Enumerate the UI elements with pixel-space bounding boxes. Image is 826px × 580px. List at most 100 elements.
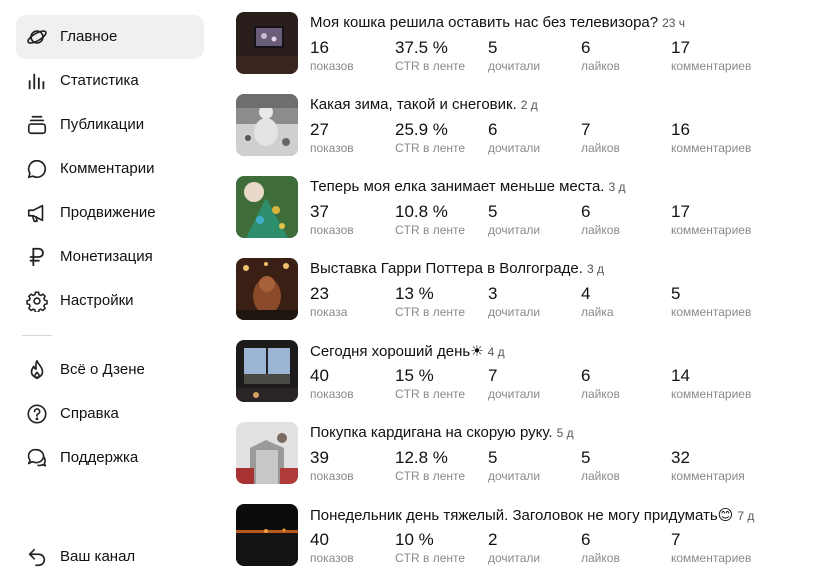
megaphone-icon — [26, 202, 48, 224]
post-title[interactable]: Выставка Гарри Поттера в Волгограде. — [310, 260, 583, 277]
stat-likes: 6 лайков — [581, 366, 620, 401]
sidebar-item-help[interactable]: Справка — [16, 392, 204, 436]
post-title[interactable]: Сегодня хороший день☀ — [310, 343, 484, 360]
stat-read-through: 6 дочитали — [488, 120, 541, 155]
post-title[interactable]: Теперь моя елка занимает меньше места. — [310, 178, 604, 195]
stat-impressions: 40 показов — [310, 530, 354, 565]
stat-ctr: 37.5 % CTR в ленте — [395, 38, 466, 73]
sidebar-item-support[interactable]: Поддержка — [16, 436, 204, 480]
stat-comments: 17 комментариев — [671, 202, 752, 237]
sidebar-item-label: Настройки — [60, 292, 134, 309]
stat-comments: 17 комментариев — [671, 38, 752, 73]
stat-impressions: 40 показов — [310, 366, 354, 401]
sidebar-item-label: Статистика — [60, 72, 139, 89]
post-thumbnail[interactable] — [236, 176, 298, 238]
post-thumbnail[interactable] — [236, 340, 298, 402]
post-thumbnail[interactable] — [236, 258, 298, 320]
sidebar-item-label: Ваш канал — [60, 548, 136, 565]
sidebar-item-label: Комментарии — [60, 160, 155, 177]
post-age: 2 д — [520, 98, 538, 112]
stat-likes: 6 лайков — [581, 38, 620, 73]
post-title[interactable]: Покупка кардигана на скорую руку. — [310, 424, 553, 441]
publication-row[interactable]: Выставка Гарри Поттера в Волгограде. 3 д … — [236, 246, 826, 328]
publication-row[interactable]: Моя кошка решила оставить нас без телеви… — [236, 0, 826, 82]
sidebar-item-monetization[interactable]: Монетизация — [16, 235, 204, 279]
sidebar-item-comments[interactable]: Комментарии — [16, 147, 204, 191]
ruble-icon — [26, 246, 48, 268]
sidebar-item-settings[interactable]: Настройки — [16, 279, 204, 323]
post-title-line[interactable]: Моя кошка решила оставить нас без телеви… — [310, 14, 685, 31]
stat-impressions: 37 показов — [310, 202, 354, 237]
post-thumbnail[interactable] — [236, 94, 298, 156]
stat-read-through: 5 дочитали — [488, 448, 541, 483]
sidebar-item-statistics[interactable]: Статистика — [16, 59, 204, 103]
sidebar: Главное Статистика Публикации Комментари… — [0, 0, 215, 580]
chat-icon — [26, 447, 48, 469]
sidebar-divider — [22, 335, 52, 336]
stat-read-through: 5 дочитали — [488, 38, 541, 73]
sidebar-item-label: Справка — [60, 405, 119, 422]
stat-comments: 32 комментария — [671, 448, 745, 483]
publication-row[interactable]: Какая зима, такой и снеговик. 2 д 27 показ… — [236, 82, 826, 164]
post-thumbnail[interactable] — [236, 422, 298, 484]
stat-likes: 4 лайка — [581, 284, 614, 319]
publication-row[interactable]: Сегодня хороший день☀ 4 д 40 показов 15 % C… — [236, 328, 826, 410]
stat-ctr: 13 % CTR в ленте — [395, 284, 466, 319]
bar-chart-icon — [26, 70, 48, 92]
comment-icon — [26, 158, 48, 180]
post-title-line[interactable]: Сегодня хороший день☀ 4 д — [310, 342, 505, 360]
sidebar-item-main[interactable]: Главное — [16, 15, 204, 59]
sidebar-item-about-zen[interactable]: Всё о Дзене — [16, 348, 204, 392]
stat-comments: 7 комментариев — [671, 530, 752, 565]
stat-impressions: 16 показов — [310, 38, 354, 73]
post-title-line[interactable]: Теперь моя елка занимает меньше места. 3 … — [310, 178, 626, 195]
stat-likes: 6 лайков — [581, 202, 620, 237]
sidebar-item-label: Всё о Дзене — [60, 361, 145, 378]
stat-impressions: 39 показов — [310, 448, 354, 483]
stat-read-through: 2 дочитали — [488, 530, 541, 565]
publication-row[interactable]: Теперь моя елка занимает меньше места. 3 … — [236, 164, 826, 246]
post-thumbnail[interactable] — [236, 504, 298, 566]
stat-likes: 5 лайков — [581, 448, 620, 483]
post-title[interactable]: Понедельник день тяжелый. Заголовок не м… — [310, 507, 733, 524]
sidebar-item-publications[interactable]: Публикации — [16, 103, 204, 147]
sidebar-item-label: Поддержка — [60, 449, 139, 466]
stat-read-through: 5 дочитали — [488, 202, 541, 237]
post-title-line[interactable]: Какая зима, такой и снеговик. 2 д — [310, 96, 538, 113]
post-title[interactable]: Моя кошка решила оставить нас без телеви… — [310, 14, 658, 31]
publication-row[interactable]: Понедельник день тяжелый. Заголовок не м… — [236, 492, 826, 574]
sidebar-item-promotion[interactable]: Продвижение — [16, 191, 204, 235]
planet-icon — [26, 26, 48, 48]
post-title-line[interactable]: Покупка кардигана на скорую руку. 5 д — [310, 424, 574, 441]
sidebar-item-your-channel[interactable]: Ваш канал — [16, 535, 204, 579]
stat-comments: 5 комментариев — [671, 284, 752, 319]
post-age: 23 ч — [662, 16, 686, 30]
post-age: 4 д — [487, 345, 505, 359]
post-title-line[interactable]: Выставка Гарри Поттера в Волгограде. 3 д — [310, 260, 604, 277]
post-title-line[interactable]: Понедельник день тяжелый. Заголовок не м… — [310, 506, 754, 524]
back-arrow-icon — [26, 546, 48, 568]
stat-impressions: 23 показа — [310, 284, 348, 319]
stat-likes: 7 лайков — [581, 120, 620, 155]
post-title[interactable]: Какая зима, такой и снеговик. — [310, 96, 517, 113]
publication-row[interactable]: Покупка кардигана на скорую руку. 5 д 39 п… — [236, 410, 826, 492]
stat-ctr: 10 % CTR в ленте — [395, 530, 466, 565]
stack-icon — [26, 114, 48, 136]
stat-impressions: 27 показов — [310, 120, 354, 155]
post-age: 7 д — [737, 509, 755, 523]
stat-ctr: 25.9 % CTR в ленте — [395, 120, 466, 155]
sidebar-item-label: Продвижение — [60, 204, 156, 221]
sidebar-item-label: Монетизация — [60, 248, 153, 265]
sidebar-item-label: Главное — [60, 28, 118, 45]
post-age: 5 д — [556, 426, 574, 440]
stat-comments: 14 комментариев — [671, 366, 752, 401]
stat-read-through: 3 дочитали — [488, 284, 541, 319]
stat-likes: 6 лайков — [581, 530, 620, 565]
flame-icon — [26, 359, 48, 381]
sidebar-item-label: Публикации — [60, 116, 145, 133]
publications-feed: Моя кошка решила оставить нас без телеви… — [236, 0, 826, 580]
stat-ctr: 10.8 % CTR в ленте — [395, 202, 466, 237]
post-thumbnail[interactable] — [236, 12, 298, 74]
stat-ctr: 15 % CTR в ленте — [395, 366, 466, 401]
post-age: 3 д — [586, 262, 604, 276]
